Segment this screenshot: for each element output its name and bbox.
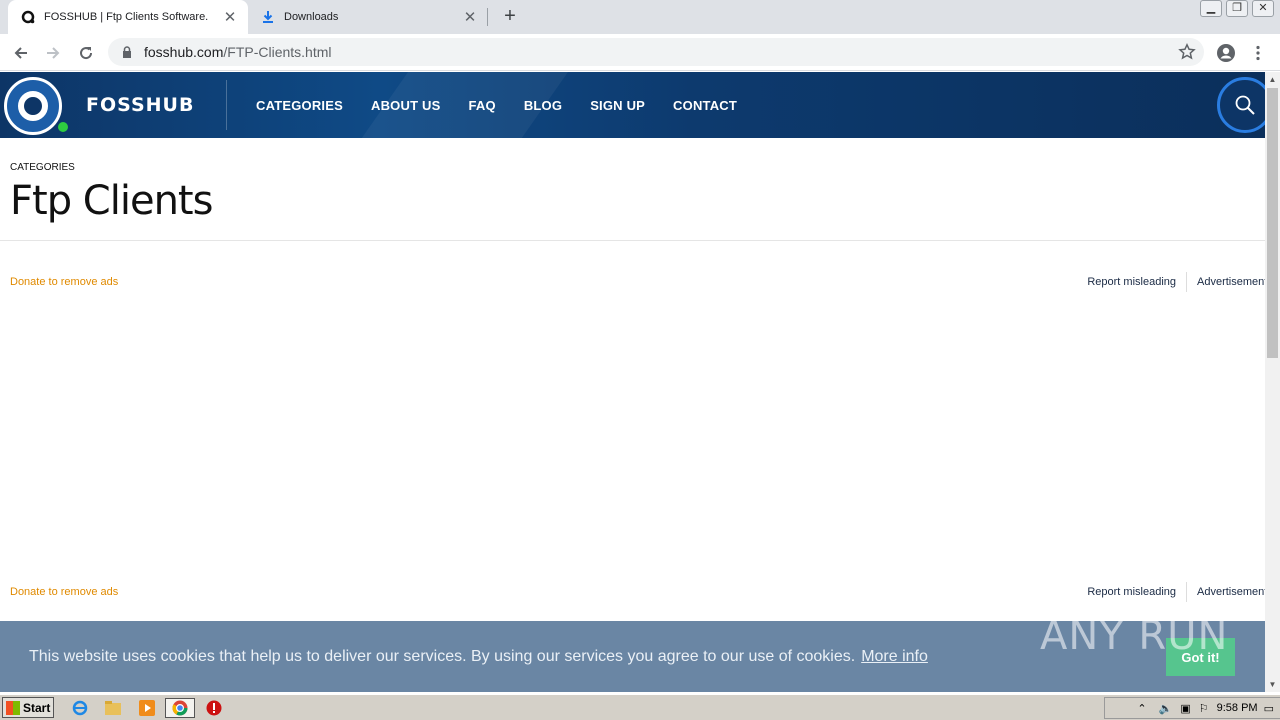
breadcrumb[interactable]: CATEGORIES: [10, 162, 75, 173]
advertisement-label: Advertisement: [1197, 586, 1265, 598]
scroll-thumb[interactable]: [1267, 88, 1278, 358]
explorer-folder-icon[interactable]: [103, 698, 123, 718]
start-button[interactable]: Start: [2, 697, 54, 718]
network-icon[interactable]: ▣: [1180, 702, 1190, 715]
more-info-link[interactable]: More info: [861, 648, 928, 665]
address-bar[interactable]: fosshub.com/FTP-Clients.html: [108, 38, 1204, 66]
fosshub-logo-icon[interactable]: [4, 77, 62, 135]
advertisement-label: Advertisement: [1197, 276, 1265, 288]
header-divider: [226, 80, 227, 130]
os-taskbar: Start ⌃ 🔈 ▣ ⚐ 9:58 PM ▭: [0, 694, 1280, 720]
scroll-up-icon[interactable]: ▲: [1265, 72, 1280, 87]
nav-categories[interactable]: CATEGORIES: [256, 98, 343, 113]
report-misleading-link[interactable]: Report misleading: [1087, 276, 1176, 288]
search-icon: [1235, 95, 1255, 115]
donate-link[interactable]: Donate to remove ads: [10, 276, 118, 288]
tab-title: Downloads: [284, 11, 339, 23]
stop-sign-icon[interactable]: [204, 698, 224, 718]
url-path: /FTP-Clients.html: [223, 44, 332, 60]
menu-button[interactable]: [1245, 40, 1271, 66]
donate-link[interactable]: Donate to remove ads: [10, 586, 118, 598]
action-center-flag-icon[interactable]: ⚐: [1199, 702, 1209, 715]
ad-divider: [1186, 582, 1187, 602]
restore-button[interactable]: ❐: [1226, 0, 1248, 17]
ad-bar-bottom: Donate to remove ads Report misleading A…: [0, 582, 1265, 602]
fosshub-favicon-icon: [20, 9, 36, 25]
volume-icon[interactable]: 🔈: [1159, 702, 1173, 715]
lock-icon: [120, 45, 134, 59]
tray-expand-icon[interactable]: ⌃: [1137, 702, 1146, 715]
nav-blog[interactable]: BLOG: [524, 98, 562, 113]
close-tab-icon[interactable]: ✕: [460, 8, 480, 26]
logo-status-dot: [58, 122, 68, 132]
close-window-button[interactable]: ✕: [1252, 0, 1274, 17]
new-tab-button[interactable]: +: [498, 5, 522, 29]
show-desktop-icon[interactable]: ▭: [1264, 702, 1274, 715]
tab-separator: [487, 8, 488, 26]
account-icon: [1217, 44, 1235, 62]
nav-sign-up[interactable]: SIGN UP: [590, 98, 645, 113]
download-icon: [260, 9, 276, 25]
nav-faq[interactable]: FAQ: [469, 98, 496, 113]
chrome-taskbar-icon[interactable]: [165, 698, 195, 718]
cookie-message: This website uses cookies that help us t…: [29, 648, 856, 665]
tab-title: FOSSHUB | Ftp Clients Software.: [44, 11, 209, 23]
nav-contact[interactable]: CONTACT: [673, 98, 737, 113]
anyrun-watermark: ANY RUN: [1040, 613, 1229, 659]
page-scrollbar[interactable]: ▲ ▼: [1265, 72, 1280, 692]
nav-about-us[interactable]: ABOUT US: [371, 98, 441, 113]
tab-fosshub[interactable]: FOSSHUB | Ftp Clients Software. ✕: [8, 0, 248, 34]
url-text: fosshub.com/FTP-Clients.html: [144, 44, 332, 60]
windows-logo-icon: [6, 700, 20, 715]
ad-bar-top: Donate to remove ads Report misleading A…: [0, 272, 1265, 292]
clock[interactable]: 9:58 PM: [1217, 702, 1258, 714]
scroll-down-icon[interactable]: ▼: [1265, 677, 1280, 692]
forward-button[interactable]: [40, 40, 66, 66]
back-arrow-icon: [14, 47, 27, 59]
browser-tabstrip: FOSSHUB | Ftp Clients Software. ✕ Downlo…: [0, 0, 1280, 34]
tab-downloads[interactable]: Downloads ✕: [248, 0, 488, 34]
close-tab-icon[interactable]: ✕: [220, 8, 240, 26]
profile-button[interactable]: [1213, 40, 1239, 66]
brand-name[interactable]: FOSSHUB: [86, 94, 194, 116]
title-divider: [0, 240, 1265, 241]
kebab-menu-icon: [1256, 45, 1260, 61]
start-label: Start: [23, 700, 51, 715]
minimize-button[interactable]: ▁: [1200, 0, 1222, 17]
back-button[interactable]: [8, 40, 34, 66]
ie-icon[interactable]: [70, 698, 90, 718]
site-header: FOSSHUB CATEGORIES ABOUT US FAQ BLOG SIG…: [0, 72, 1265, 138]
report-misleading-link[interactable]: Report misleading: [1087, 586, 1176, 598]
system-tray: ⌃ 🔈 ▣ ⚐ 9:58 PM ▭: [1104, 697, 1280, 719]
window-controls: ▁ ❐ ✕: [1200, 0, 1274, 17]
url-host: fosshub.com: [144, 44, 224, 60]
reload-button[interactable]: [73, 40, 99, 66]
ad-divider: [1186, 272, 1187, 292]
main-nav: CATEGORIES ABOUT US FAQ BLOG SIGN UP CON…: [256, 72, 765, 138]
cookie-message-wrap: This website uses cookies that help us t…: [29, 648, 928, 666]
page-title: Ftp Clients: [10, 178, 213, 224]
media-player-icon[interactable]: [137, 698, 157, 718]
browser-toolbar: fosshub.com/FTP-Clients.html: [0, 34, 1280, 71]
forward-arrow-icon: [47, 47, 60, 59]
reload-icon: [80, 47, 93, 60]
bookmark-star-icon[interactable]: [1178, 43, 1196, 61]
site-search-button[interactable]: [1217, 77, 1265, 133]
